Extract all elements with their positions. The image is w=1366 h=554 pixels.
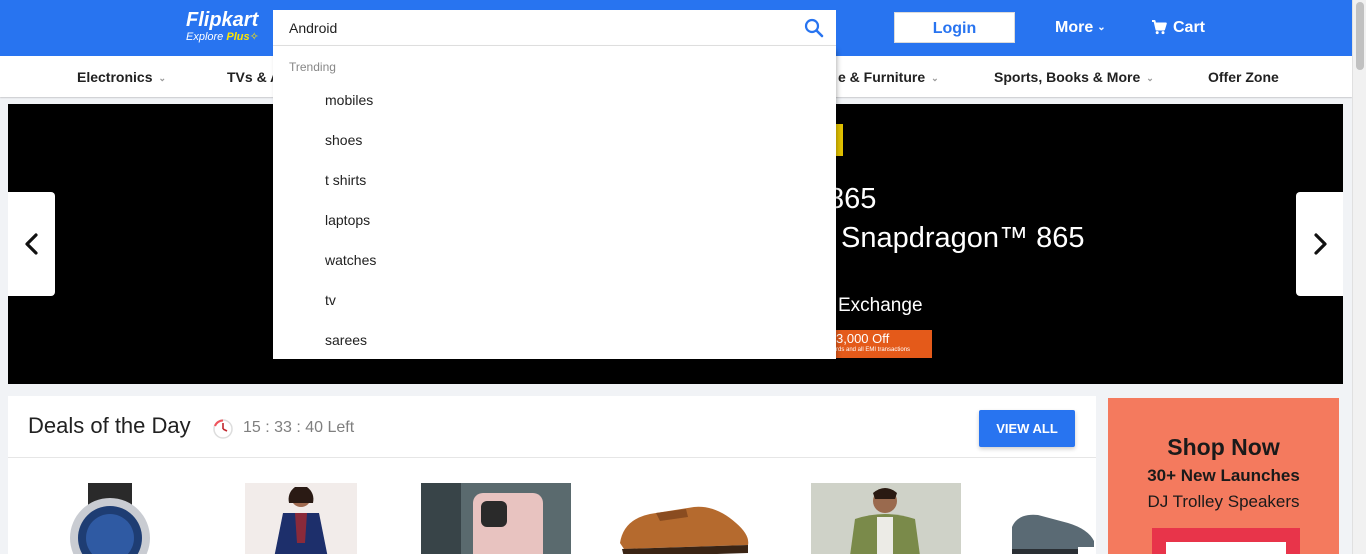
product-card-phone[interactable] (421, 483, 571, 554)
suggestion-item[interactable]: mobiles (325, 91, 373, 109)
banner-offer-small: rds and all EMI transactions (836, 347, 911, 353)
flipkart-logo[interactable]: Flipkart Explore Plus✧ (186, 9, 266, 45)
cart-icon (1152, 20, 1167, 35)
chevron-down-icon: ⌄ (158, 73, 167, 83)
shoes-product-image (620, 506, 749, 554)
ad-product: DJ Trolley Speakers (1147, 492, 1300, 511)
category-label: Electronics (77, 69, 153, 85)
chevron-down-icon: ⌄ (931, 73, 939, 83)
suggestion-item[interactable]: shoes (325, 131, 362, 149)
more-menu[interactable]: More ⌄ (1055, 17, 1106, 39)
category-sports-books[interactable]: Sports, Books & More ⌄ (994, 69, 1154, 86)
more-label: More (1055, 19, 1094, 36)
ad-product-image (1152, 528, 1300, 554)
suggestion-item[interactable]: sarees (325, 331, 367, 349)
banner-subheadline: Snapdragon™ 865 (841, 222, 1085, 254)
search-icon[interactable] (804, 18, 824, 38)
phone-product-image (421, 483, 571, 554)
product-card-sneaker[interactable] (1008, 483, 1096, 554)
category-electronics[interactable]: Electronics ⌄ (77, 69, 166, 86)
carousel-prev-button[interactable] (8, 192, 55, 296)
search-bar (273, 10, 836, 46)
view-all-button[interactable]: VIEW ALL (979, 410, 1075, 447)
deals-header: Deals of the Day 15 : 33 : 40 Left VIEW … (8, 396, 1096, 458)
chevron-right-icon (1314, 233, 1327, 255)
watch-product-image (70, 483, 150, 554)
trending-heading: Trending (289, 60, 336, 74)
cart-label: Cart (1173, 19, 1206, 36)
deals-timer: 15 : 33 : 40 Left (243, 419, 355, 436)
suggestion-item[interactable]: watches (325, 251, 376, 269)
suggestion-item[interactable]: tv (325, 291, 336, 309)
category-label: Offer Zone (1208, 69, 1279, 85)
page-scrollbar[interactable] (1352, 0, 1366, 554)
category-offer-zone[interactable]: Offer Zone (1208, 69, 1279, 85)
banner-offer-main: 3,000 Off (836, 331, 890, 346)
plus-badge-icon: ✧ (249, 31, 259, 43)
search-input[interactable] (289, 19, 769, 37)
scrollbar-thumb[interactable] (1356, 2, 1364, 70)
sneaker-product-image (1012, 514, 1096, 554)
jacket-product-image (811, 483, 961, 554)
banner-offer-badge: 3,000 Off rds and all EMI transactions (826, 330, 932, 358)
clock-icon (213, 419, 233, 439)
ad-subtitle: 30+ New Launches (1147, 466, 1300, 485)
deals-title: Deals of the Day (28, 413, 191, 438)
carousel-next-button[interactable] (1296, 192, 1343, 296)
category-label: Sports, Books & More (994, 69, 1141, 85)
logo-explore-text: Explore (186, 31, 224, 43)
product-card-jacket[interactable] (811, 483, 961, 554)
cart-link[interactable]: Cart (1151, 17, 1205, 39)
chevron-left-icon (25, 233, 38, 255)
product-card-shoes[interactable] (616, 483, 756, 554)
chevron-down-icon: ⌄ (1097, 22, 1106, 33)
ad-title: Shop Now (1167, 434, 1280, 460)
login-button[interactable]: Login (894, 12, 1015, 43)
logo-plus-text: Plus (226, 31, 250, 43)
product-card-watch[interactable] (60, 483, 160, 554)
product-card-dress[interactable] (245, 483, 357, 554)
logo-brand-text: Flipkart (186, 9, 259, 31)
category-home-furniture[interactable]: e & Furniture ⌄ (838, 69, 939, 86)
banner-exchange-text: Exchange (838, 295, 923, 316)
side-promo-ad[interactable]: Shop Now 30+ New Launches DJ Trolley Spe… (1108, 398, 1339, 554)
logo-subtext: Explore Plus✧ (186, 31, 266, 43)
suggestion-item[interactable]: t shirts (325, 171, 366, 189)
search-suggestions-dropdown: Trending mobiles shoes t shirts laptops … (273, 46, 836, 359)
dress-product-image (245, 483, 357, 554)
deals-of-the-day-section: Deals of the Day 15 : 33 : 40 Left VIEW … (8, 396, 1096, 554)
category-label: e & Furniture (838, 69, 926, 85)
suggestion-item[interactable]: laptops (325, 211, 370, 229)
chevron-down-icon: ⌄ (1146, 73, 1154, 83)
